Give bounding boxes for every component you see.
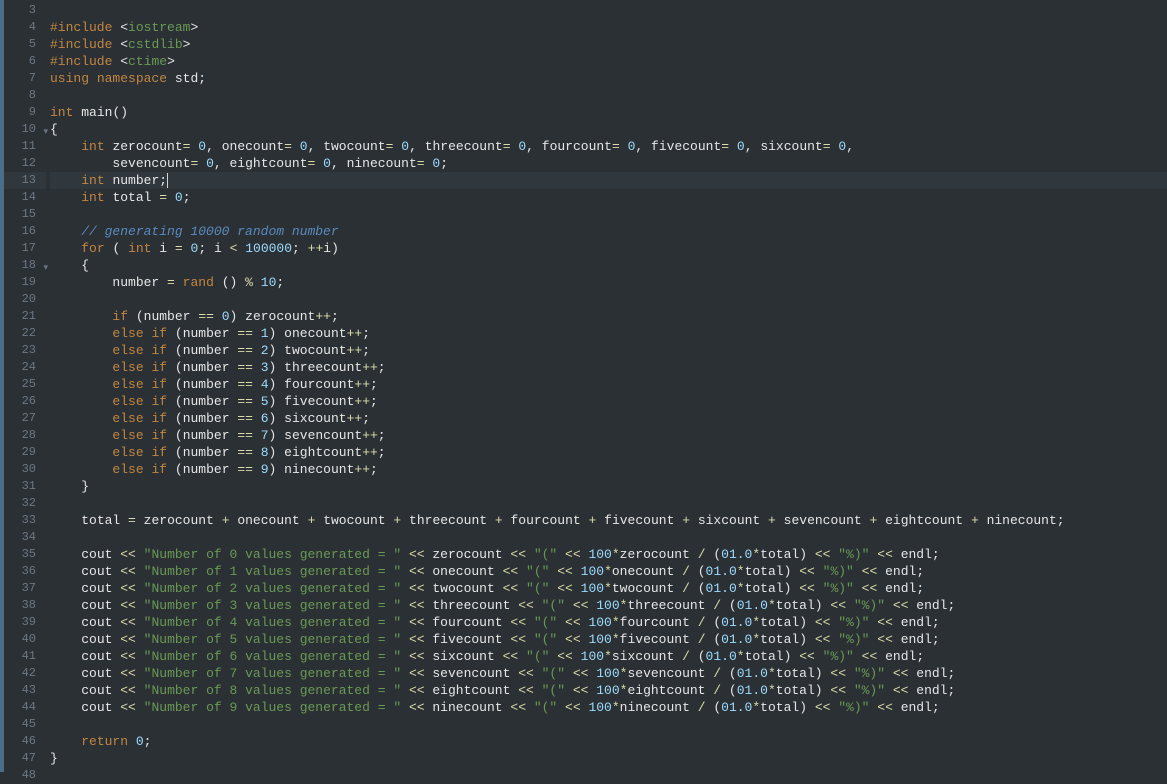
line-number: 26 [4, 393, 46, 410]
line-number-gutter: 345678910▾1112131415161718▾1920212223242… [4, 0, 46, 772]
code-line[interactable] [50, 2, 1167, 19]
line-number: 19 [4, 274, 46, 291]
code-line[interactable]: using namespace std; [50, 70, 1167, 87]
line-number: 28 [4, 427, 46, 444]
code-line[interactable] [50, 529, 1167, 546]
line-number: 37 [4, 580, 46, 597]
code-line[interactable]: else if (number == 3) threecount++; [50, 359, 1167, 376]
line-number: 35 [4, 546, 46, 563]
line-number: 23 [4, 342, 46, 359]
line-number: 16 [4, 223, 46, 240]
line-number: 22 [4, 325, 46, 342]
line-number: 7 [4, 70, 46, 87]
code-line[interactable]: #include <ctime> [50, 53, 1167, 70]
code-line[interactable]: cout << "Number of 4 values generated = … [50, 614, 1167, 631]
line-number: 42 [4, 665, 46, 682]
line-number: 45 [4, 716, 46, 733]
line-number: 13 [4, 172, 46, 189]
line-number: 15 [4, 206, 46, 223]
code-line[interactable]: else if (number == 5) fivecount++; [50, 393, 1167, 410]
line-number: 8 [4, 87, 46, 104]
code-line[interactable]: number = rand () % 10; [50, 274, 1167, 291]
line-number: 34 [4, 529, 46, 546]
line-number: 14 [4, 189, 46, 206]
line-number: 46 [4, 733, 46, 750]
code-line[interactable]: else if (number == 2) twocount++; [50, 342, 1167, 359]
line-number: 47 [4, 750, 46, 767]
code-line[interactable]: } [50, 478, 1167, 495]
line-number: 40 [4, 631, 46, 648]
line-number: 39 [4, 614, 46, 631]
code-line[interactable]: cout << "Number of 0 values generated = … [50, 546, 1167, 563]
line-number: 43 [4, 682, 46, 699]
code-line[interactable]: } [50, 750, 1167, 767]
code-line[interactable]: int total = 0; [50, 189, 1167, 206]
code-line[interactable]: { [50, 121, 1167, 138]
code-line[interactable] [50, 716, 1167, 733]
code-line[interactable]: cout << "Number of 8 values generated = … [50, 682, 1167, 699]
line-number: 11 [4, 138, 46, 155]
code-line[interactable]: cout << "Number of 7 values generated = … [50, 665, 1167, 682]
code-line[interactable] [50, 87, 1167, 104]
code-line[interactable]: return 0; [50, 733, 1167, 750]
line-number: 20 [4, 291, 46, 308]
code-line[interactable] [50, 495, 1167, 512]
code-line[interactable]: cout << "Number of 6 values generated = … [50, 648, 1167, 665]
code-line[interactable]: int main() [50, 104, 1167, 121]
line-number: 4 [4, 19, 46, 36]
code-line[interactable]: if (number == 0) zerocount++; [50, 308, 1167, 325]
code-line[interactable]: int zerocount= 0, onecount= 0, twocount=… [50, 138, 1167, 155]
code-line[interactable]: int number; [50, 172, 1167, 189]
code-line[interactable]: // generating 10000 random number [50, 223, 1167, 240]
code-line[interactable]: cout << "Number of 9 values generated = … [50, 699, 1167, 716]
line-number: 33 [4, 512, 46, 529]
code-line[interactable] [50, 767, 1167, 784]
line-number: 18▾ [4, 257, 46, 274]
code-line[interactable] [50, 291, 1167, 308]
code-line[interactable]: sevencount= 0, eightcount= 0, ninecount=… [50, 155, 1167, 172]
code-line[interactable]: cout << "Number of 2 values generated = … [50, 580, 1167, 597]
line-number: 38 [4, 597, 46, 614]
line-number: 25 [4, 376, 46, 393]
line-number: 30 [4, 461, 46, 478]
code-line[interactable]: cout << "Number of 5 values generated = … [50, 631, 1167, 648]
code-line[interactable]: total = zerocount + onecount + twocount … [50, 512, 1167, 529]
line-number: 32 [4, 495, 46, 512]
code-line[interactable]: { [50, 257, 1167, 274]
code-line[interactable]: else if (number == 1) onecount++; [50, 325, 1167, 342]
code-line[interactable]: cout << "Number of 1 values generated = … [50, 563, 1167, 580]
line-number: 24 [4, 359, 46, 376]
code-line[interactable]: for ( int i = 0; i < 100000; ++i) [50, 240, 1167, 257]
line-number: 6 [4, 53, 46, 70]
code-line[interactable]: else if (number == 6) sixcount++; [50, 410, 1167, 427]
line-number: 21 [4, 308, 46, 325]
line-number: 9 [4, 104, 46, 121]
code-line[interactable] [50, 206, 1167, 223]
line-number: 27 [4, 410, 46, 427]
code-editor-area[interactable]: #include <iostream>#include <cstdlib>#in… [46, 0, 1167, 772]
code-line[interactable]: #include <iostream> [50, 19, 1167, 36]
line-number: 5 [4, 36, 46, 53]
code-line[interactable]: #include <cstdlib> [50, 36, 1167, 53]
line-number: 29 [4, 444, 46, 461]
line-number: 12 [4, 155, 46, 172]
code-line[interactable]: else if (number == 7) sevencount++; [50, 427, 1167, 444]
code-line[interactable]: else if (number == 8) eightcount++; [50, 444, 1167, 461]
line-number: 48 [4, 767, 46, 784]
line-number: 10▾ [4, 121, 46, 138]
code-line[interactable]: else if (number == 9) ninecount++; [50, 461, 1167, 478]
line-number: 44 [4, 699, 46, 716]
line-number: 36 [4, 563, 46, 580]
code-line[interactable]: else if (number == 4) fourcount++; [50, 376, 1167, 393]
line-number: 3 [4, 2, 46, 19]
line-number: 17 [4, 240, 46, 257]
line-number: 41 [4, 648, 46, 665]
line-number: 31 [4, 478, 46, 495]
code-line[interactable]: cout << "Number of 3 values generated = … [50, 597, 1167, 614]
